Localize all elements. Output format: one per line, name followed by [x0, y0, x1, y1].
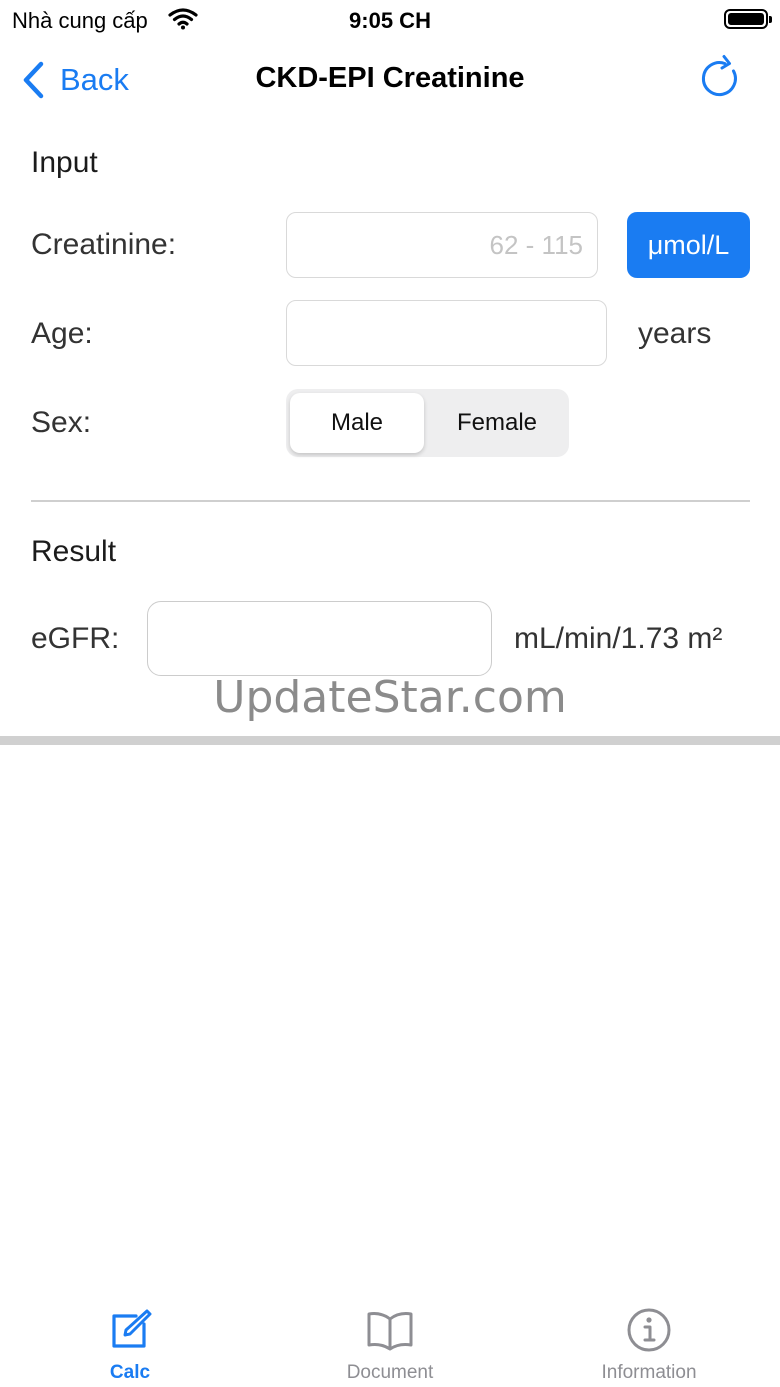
page-title: CKD-EPI Creatinine: [255, 62, 525, 94]
refresh-icon[interactable]: [696, 54, 744, 102]
age-unit: years: [638, 317, 712, 350]
book-icon: [367, 1312, 413, 1351]
tab-information-label: Information: [601, 1362, 697, 1383]
age-input[interactable]: [286, 300, 607, 366]
navigation-bar: Back CKD-EPI Creatinine: [0, 44, 780, 116]
input-heading: Input: [31, 146, 98, 179]
tab-information[interactable]: Information: [549, 1290, 749, 1387]
sex-option-female[interactable]: Female: [429, 393, 565, 453]
tab-bar: Calc Document Information: [0, 1290, 780, 1387]
sex-label: Sex:: [31, 406, 92, 439]
tab-calc-label: Calc: [109, 1362, 151, 1383]
tab-calc[interactable]: Calc: [30, 1290, 230, 1387]
sex-segmented-control: Male Female: [286, 389, 569, 457]
content-separator: [0, 736, 780, 745]
age-label: Age:: [31, 317, 93, 350]
egfr-unit: mL/min/1.73 m²: [514, 622, 723, 655]
edit-icon: [112, 1309, 152, 1348]
status-time: 9:05 CH: [349, 8, 431, 33]
egfr-label: eGFR:: [31, 622, 120, 655]
creatinine-input[interactable]: [286, 212, 598, 278]
battery-icon: [724, 9, 772, 29]
sex-option-male[interactable]: Male: [290, 393, 424, 453]
section-divider: [31, 500, 750, 502]
battery-level: [728, 13, 764, 25]
creatinine-unit-button[interactable]: μmol/L: [627, 212, 750, 278]
info-icon: [627, 1308, 671, 1352]
tab-document-label: Document: [346, 1362, 434, 1383]
creatinine-label: Creatinine:: [31, 228, 177, 261]
watermark: UpdateStar.com: [213, 672, 567, 723]
status-bar: Nhà cung cấp 9:05 CH: [0, 0, 780, 40]
egfr-output-field[interactable]: [147, 601, 492, 676]
result-heading: Result: [31, 535, 117, 568]
tab-document[interactable]: Document: [290, 1290, 490, 1387]
